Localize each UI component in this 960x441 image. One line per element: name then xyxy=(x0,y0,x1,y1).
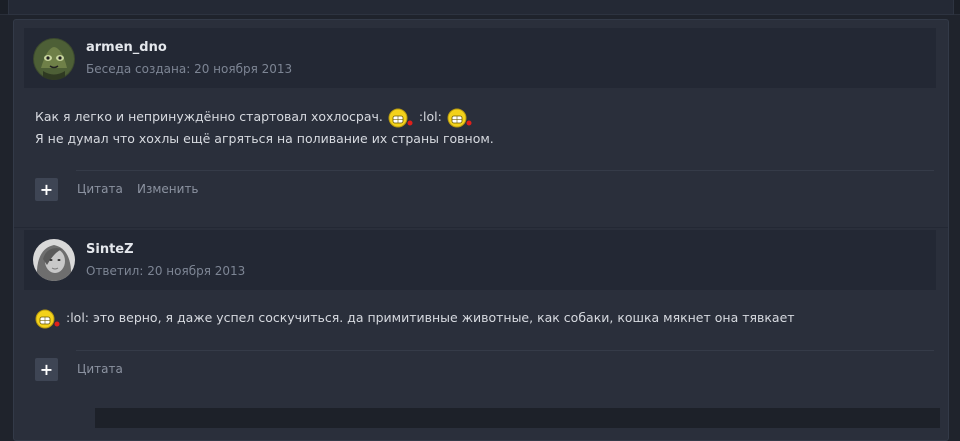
post-body: :lol: это верно, я даже успел соскучитьс… xyxy=(35,307,915,329)
message-text: это верно, я даже успел соскучиться. да … xyxy=(93,310,795,325)
divider xyxy=(76,170,934,171)
laughing-smiley-icon xyxy=(35,309,61,329)
post-meta: Ответил: 20 ноября 2013 xyxy=(86,264,246,278)
quote-link[interactable]: Цитата xyxy=(77,182,123,196)
laughing-smiley-icon xyxy=(388,108,414,128)
post-header: SinteZ Ответил: 20 ноября 2013 xyxy=(24,230,936,290)
post-separator xyxy=(14,227,948,228)
emoticon-code: :lol: xyxy=(65,310,90,325)
previous-panel-edge xyxy=(0,0,960,15)
quote-link[interactable]: Цитата xyxy=(77,362,123,376)
post-actions: + Цитата xyxy=(35,358,235,382)
conversation-panel: armen_dno Беседа создана: 20 ноября 2013… xyxy=(13,19,949,441)
avatar[interactable] xyxy=(33,239,75,281)
next-post-edge xyxy=(95,408,940,428)
username[interactable]: armen_dno xyxy=(86,40,167,55)
message-text: Я не думал что хохлы ещё агряться на пол… xyxy=(35,131,494,146)
emoticon-code: :lol: xyxy=(418,109,442,124)
post-body: Как я легко и непринуждённо стартовал хо… xyxy=(35,106,915,150)
edit-link[interactable]: Изменить xyxy=(137,182,199,196)
post-actions: + Цитата Изменить xyxy=(35,178,335,202)
avatar[interactable] xyxy=(33,38,75,80)
message-text: Как я легко и непринуждённо стартовал хо… xyxy=(35,109,383,124)
laughing-smiley-icon xyxy=(447,108,473,128)
post-header: armen_dno Беседа создана: 20 ноября 2013 xyxy=(24,28,936,88)
username[interactable]: SinteZ xyxy=(86,242,134,257)
divider xyxy=(76,350,934,351)
post-meta: Беседа создана: 20 ноября 2013 xyxy=(86,62,293,76)
add-button[interactable]: + xyxy=(35,178,58,201)
add-button[interactable]: + xyxy=(35,358,58,381)
